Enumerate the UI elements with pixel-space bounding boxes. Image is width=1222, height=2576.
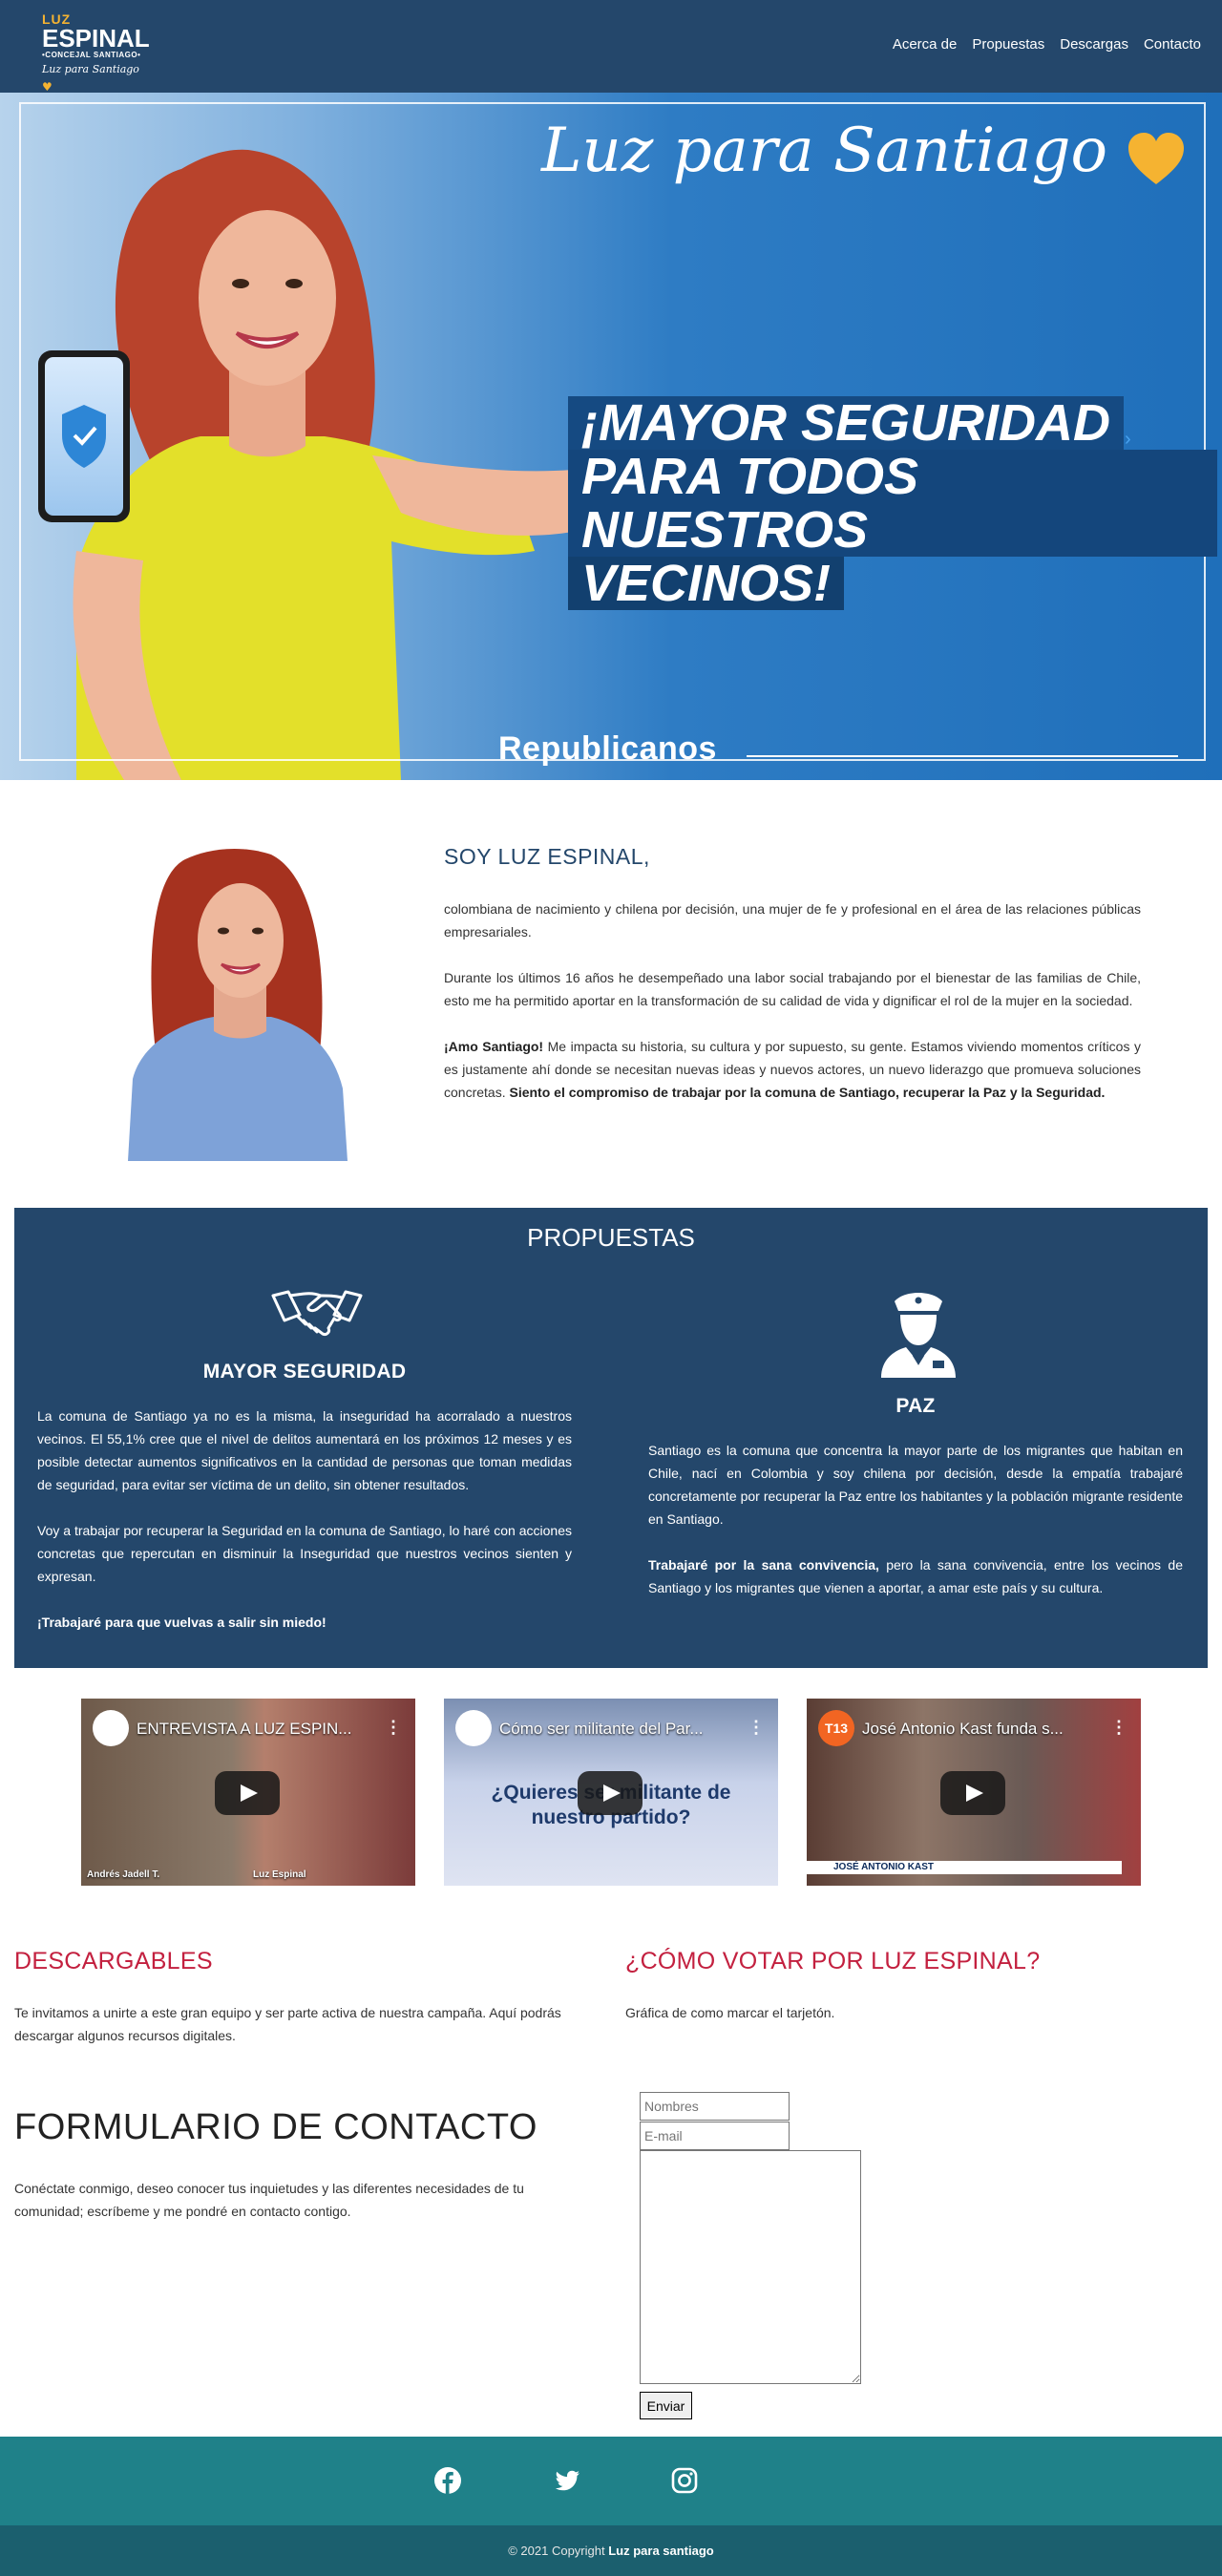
more-options-icon[interactable]: ⋮ bbox=[748, 1718, 765, 1738]
video-embed-militante[interactable]: Cómo ser militante del Par... ⋮ ¿Quieres… bbox=[444, 1699, 778, 1886]
about-bold-text: Siento el compromiso de trabajar por la … bbox=[509, 1085, 1106, 1100]
channel-avatar[interactable]: T13 bbox=[818, 1710, 854, 1746]
hero-headline-line: PARA TODOS NUESTROS bbox=[568, 450, 1217, 557]
copyright-bar: © 2021 Copyright Luz para santiago bbox=[0, 2525, 1222, 2576]
proposals-title: PROPUESTAS bbox=[527, 1223, 695, 1252]
menu-item-propuestas[interactable]: Propuestas bbox=[972, 36, 1044, 53]
more-options-icon[interactable]: ⋮ bbox=[385, 1718, 402, 1738]
video-embed-interview[interactable]: ENTREVISTA A LUZ ESPIN... ⋮ Andrés Jadel… bbox=[81, 1699, 415, 1886]
contact-text: Conéctate conmigo, deseo conocer tus inq… bbox=[14, 2181, 524, 2219]
hero-headline: ¡MAYOR SEGURIDAD PARA TODOS NUESTROS VEC… bbox=[568, 396, 1217, 610]
proposal-security-title: MAYOR SEGURIDAD bbox=[202, 1361, 407, 1383]
proposal-paragraph: Voy a trabajar por recuperar la Segurida… bbox=[37, 1523, 572, 1584]
candidate-portrait bbox=[128, 848, 348, 1161]
social-bar bbox=[0, 2437, 1222, 2525]
menu-item-descargas[interactable]: Descargas bbox=[1060, 36, 1128, 53]
proposal-paragraph: La comuna de Santiago ya no es la misma,… bbox=[37, 1408, 572, 1492]
about-bold-text: ¡Amo Santiago! bbox=[444, 1039, 544, 1054]
about-title: SOY LUZ ESPINAL, bbox=[444, 844, 650, 869]
channel-avatar[interactable] bbox=[93, 1710, 129, 1746]
hero-banner: Luz para Santiago ¡MAYOR SEGURIDAD PARA … bbox=[0, 93, 1222, 780]
downloads-text: Te invitamos a unirte a este gran equipo… bbox=[14, 2005, 561, 2043]
logo-tagline: Luz para Santiago ♥ bbox=[42, 61, 147, 96]
video-embed-t13[interactable]: T13 José Antonio Kast funda s... ⋮ JOSÉ … bbox=[807, 1699, 1141, 1886]
copyright-text: © 2021 Copyright bbox=[508, 2544, 609, 2558]
send-button[interactable]: Enviar bbox=[640, 2392, 692, 2419]
facebook-icon[interactable] bbox=[433, 2466, 462, 2495]
about-paragraph: ¡Amo Santiago! Me impacta su historia, s… bbox=[444, 1035, 1141, 1104]
video-caption: Luz Espinal bbox=[253, 1869, 306, 1880]
party-logo-text: Republicanos bbox=[498, 730, 717, 767]
downloads-title: DESCARGABLES bbox=[14, 1948, 213, 1974]
handshake-icon bbox=[271, 1290, 363, 1336]
site-logo[interactable]: LUZ ESPINAL •CONCEJAL SANTIAGO• Luz para… bbox=[42, 11, 150, 94]
logo-line-concejal: •CONCEJAL SANTIAGO• bbox=[42, 51, 141, 59]
twitter-icon[interactable] bbox=[553, 2466, 581, 2495]
name-field[interactable] bbox=[640, 2092, 790, 2121]
more-options-icon[interactable]: ⋮ bbox=[1110, 1718, 1127, 1738]
logo-line-espinal: ESPINAL bbox=[42, 24, 150, 53]
video-title[interactable]: ENTREVISTA A LUZ ESPIN... bbox=[137, 1720, 351, 1739]
message-textarea[interactable] bbox=[640, 2150, 861, 2384]
proposals-section: PROPUESTAS MAYOR SEGURIDAD La comuna de … bbox=[14, 1208, 1208, 1668]
email-field[interactable] bbox=[640, 2122, 790, 2150]
top-navbar: LUZ ESPINAL •CONCEJAL SANTIAGO• Luz para… bbox=[0, 0, 1222, 94]
hero-script-title: Luz para Santiago bbox=[540, 116, 1107, 186]
heart-icon bbox=[1128, 133, 1184, 184]
play-button[interactable] bbox=[215, 1771, 280, 1815]
proposal-peace-title: PAZ bbox=[895, 1395, 936, 1417]
proposal-paragraph: Santiago es la comuna que concentra la m… bbox=[648, 1443, 1183, 1527]
play-button[interactable] bbox=[940, 1771, 1005, 1815]
menu-item-contacto[interactable]: Contacto bbox=[1144, 36, 1201, 53]
heart-icon: ♥ bbox=[42, 80, 53, 94]
hero-headline-line: ¡MAYOR SEGURIDAD bbox=[568, 396, 1125, 450]
police-officer-icon bbox=[881, 1293, 956, 1378]
about-paragraph: colombiana de nacimiento y chilena por d… bbox=[444, 901, 1141, 940]
logo-tagline-text: Luz para Santiago bbox=[42, 63, 139, 75]
proposal-paragraph: Trabajaré por la sana convivencia, pero … bbox=[648, 1553, 1183, 1599]
about-paragraph: Durante los últimos 16 años he desempeña… bbox=[444, 970, 1141, 1008]
video-title[interactable]: Cómo ser militante del Par... bbox=[499, 1720, 704, 1739]
vote-text: Gráfica de como marcar el tarjetón. bbox=[625, 2005, 835, 2020]
slider-next-arrow[interactable]: › bbox=[1125, 429, 1131, 451]
vote-title: ¿CÓMO VOTAR POR LUZ ESPINAL? bbox=[625, 1948, 1041, 1974]
party-logo-rule bbox=[747, 755, 1178, 757]
video-title[interactable]: José Antonio Kast funda s... bbox=[862, 1720, 1064, 1739]
hero-headline-line: VECINOS! bbox=[568, 557, 845, 610]
about-text: colombiana de nacimiento y chilena por d… bbox=[444, 897, 1141, 1127]
channel-avatar[interactable] bbox=[455, 1710, 492, 1746]
video-lower-third: JOSÉ ANTONIO KAST bbox=[807, 1861, 1122, 1874]
proposal-paragraph: ¡Trabajaré para que vuelvas a salir sin … bbox=[37, 1615, 327, 1630]
proposal-bold-text: Trabajaré por la sana convivencia, bbox=[648, 1557, 879, 1573]
menu-item-acerca[interactable]: Acerca de bbox=[893, 36, 958, 53]
video-caption: Andrés Jadell T. bbox=[87, 1869, 160, 1880]
play-button[interactable] bbox=[578, 1771, 643, 1815]
copyright-link[interactable]: Luz para santiago bbox=[608, 2544, 714, 2558]
main-menu: Acerca de Propuestas Descargas Contacto bbox=[893, 36, 1201, 53]
instagram-icon[interactable] bbox=[670, 2466, 699, 2495]
contact-title: FORMULARIO DE CONTACTO bbox=[14, 2107, 537, 2147]
